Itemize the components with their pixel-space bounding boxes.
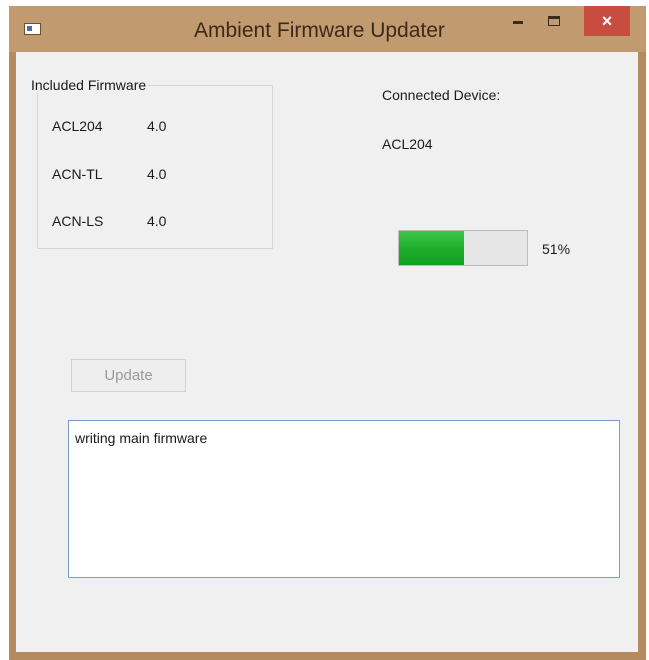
progress-percent: 51% bbox=[542, 241, 571, 257]
log-output[interactable]: writing main firmware bbox=[68, 420, 620, 578]
firmware-name: ACN-LS bbox=[52, 213, 104, 229]
close-icon: × bbox=[601, 10, 613, 31]
minimize-button[interactable] bbox=[504, 6, 532, 34]
progress-bar bbox=[398, 230, 528, 266]
firmware-version: 4.0 bbox=[147, 213, 167, 229]
connected-device-label: Connected Device: bbox=[382, 87, 501, 103]
connected-device-value: ACL204 bbox=[382, 136, 433, 152]
maximize-button[interactable] bbox=[539, 6, 569, 34]
progress-bar-fill bbox=[399, 231, 465, 265]
firmware-name: ACN-TL bbox=[52, 166, 103, 182]
firmware-name: ACL204 bbox=[52, 118, 103, 134]
firmware-version: 4.0 bbox=[147, 118, 167, 134]
firmware-version: 4.0 bbox=[147, 166, 167, 182]
app-icon[interactable] bbox=[24, 23, 41, 35]
included-firmware-legend: Included Firmware bbox=[29, 77, 149, 93]
app-window: Ambient Firmware Updater × Included Firm… bbox=[9, 6, 646, 660]
update-button[interactable]: Update bbox=[71, 359, 186, 392]
client-area: Included Firmware ACL204 4.0 ACN-TL 4.0 … bbox=[16, 52, 638, 652]
close-button[interactable]: × bbox=[584, 6, 630, 36]
window-title: Ambient Firmware Updater bbox=[194, 19, 445, 42]
title-bar[interactable]: Ambient Firmware Updater × bbox=[9, 6, 646, 52]
maximize-icon bbox=[548, 16, 560, 26]
minimize-icon bbox=[513, 20, 523, 24]
